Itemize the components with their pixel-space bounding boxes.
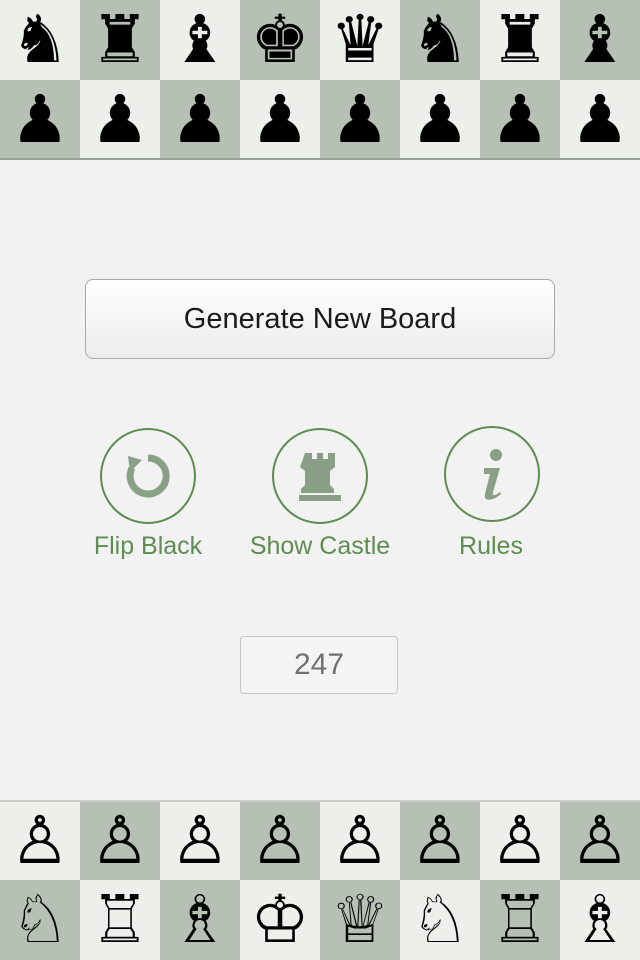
white-pawn-icon: ♙	[170, 802, 230, 879]
white-queen-icon: ♕	[330, 881, 390, 958]
square: ♝	[560, 0, 640, 80]
white-pawn-icon: ♙	[570, 802, 630, 879]
white-bishop-icon: ♗	[570, 881, 630, 958]
square: ♛	[320, 0, 400, 80]
square: ♟	[240, 80, 320, 160]
square: ♞	[0, 0, 80, 80]
black-pawn-icon: ♟	[330, 81, 390, 158]
square: ♙	[80, 802, 160, 880]
show-castle-label[interactable]: Show Castle	[220, 532, 420, 561]
square: ♘	[0, 880, 80, 960]
square: ♗	[160, 880, 240, 960]
square: ♟	[0, 80, 80, 160]
square: ♚	[240, 0, 320, 80]
square: ♕	[320, 880, 400, 960]
white-pawn-icon: ♙	[90, 802, 150, 879]
white-knight-icon: ♘	[10, 881, 70, 958]
bottom-pawn-rank: ♙ ♙ ♙ ♙ ♙ ♙ ♙ ♙	[0, 802, 640, 880]
board-number-display: 247	[240, 636, 398, 694]
flip-black-button[interactable]	[100, 428, 196, 524]
white-knight-icon: ♘	[410, 881, 470, 958]
square: ♜	[480, 0, 560, 80]
square: ♙	[320, 802, 400, 880]
square: ♝	[160, 0, 240, 80]
square: ♟	[480, 80, 560, 160]
black-pawn-icon: ♟	[10, 81, 70, 158]
bottom-back-rank: ♘ ♖ ♗ ♔ ♕ ♘ ♖ ♗	[0, 880, 640, 960]
black-bishop-icon: ♝	[170, 1, 230, 78]
square: ♖	[80, 880, 160, 960]
white-pawn-icon: ♙	[490, 802, 550, 879]
square: ♗	[560, 880, 640, 960]
rules-button[interactable]	[444, 426, 540, 522]
square: ♞	[400, 0, 480, 80]
black-pawn-icon: ♟	[90, 81, 150, 158]
square: ♙	[560, 802, 640, 880]
white-pawn-icon: ♙	[330, 802, 390, 879]
black-pawn-icon: ♟	[410, 81, 470, 158]
top-back-rank: ♞ ♜ ♝ ♚ ♛ ♞ ♜ ♝	[0, 0, 640, 80]
black-rook-icon: ♜	[490, 1, 550, 78]
info-icon	[484, 449, 502, 500]
black-pawn-icon: ♟	[490, 81, 550, 158]
black-knight-icon: ♞	[10, 1, 70, 78]
white-rook-icon: ♖	[90, 881, 150, 958]
square: ♟	[160, 80, 240, 160]
black-pawn-icon: ♟	[250, 81, 310, 158]
white-bishop-icon: ♗	[170, 881, 230, 958]
black-rook-icon: ♜	[90, 1, 150, 78]
square: ♟	[80, 80, 160, 160]
black-knight-icon: ♞	[410, 1, 470, 78]
white-rook-icon: ♖	[490, 881, 550, 958]
flip-black-label[interactable]: Flip Black	[48, 532, 248, 561]
square: ♟	[400, 80, 480, 160]
show-castle-button[interactable]	[272, 428, 368, 524]
square: ♙	[400, 802, 480, 880]
square: ♟	[320, 80, 400, 160]
square: ♜	[80, 0, 160, 80]
square: ♟	[560, 80, 640, 160]
white-pawn-icon: ♙	[410, 802, 470, 879]
black-king-icon: ♚	[250, 1, 310, 78]
square: ♙	[480, 802, 560, 880]
rules-label[interactable]: Rules	[391, 532, 591, 561]
black-queen-icon: ♛	[330, 1, 390, 78]
square: ♙	[240, 802, 320, 880]
black-pawn-icon: ♟	[170, 81, 230, 158]
white-pawn-icon: ♙	[10, 802, 70, 879]
generate-new-board-button[interactable]: Generate New Board	[85, 279, 555, 359]
refresh-icon	[126, 454, 170, 498]
square: ♖	[480, 880, 560, 960]
white-king-icon: ♔	[250, 881, 310, 958]
rook-icon	[299, 453, 341, 501]
square: ♘	[400, 880, 480, 960]
black-pawn-icon: ♟	[570, 81, 630, 158]
top-pawn-rank: ♟ ♟ ♟ ♟ ♟ ♟ ♟ ♟	[0, 80, 640, 160]
square: ♔	[240, 880, 320, 960]
white-pawn-icon: ♙	[250, 802, 310, 879]
square: ♙	[0, 802, 80, 880]
square: ♙	[160, 802, 240, 880]
top-divider	[0, 158, 640, 160]
black-bishop-icon: ♝	[570, 1, 630, 78]
